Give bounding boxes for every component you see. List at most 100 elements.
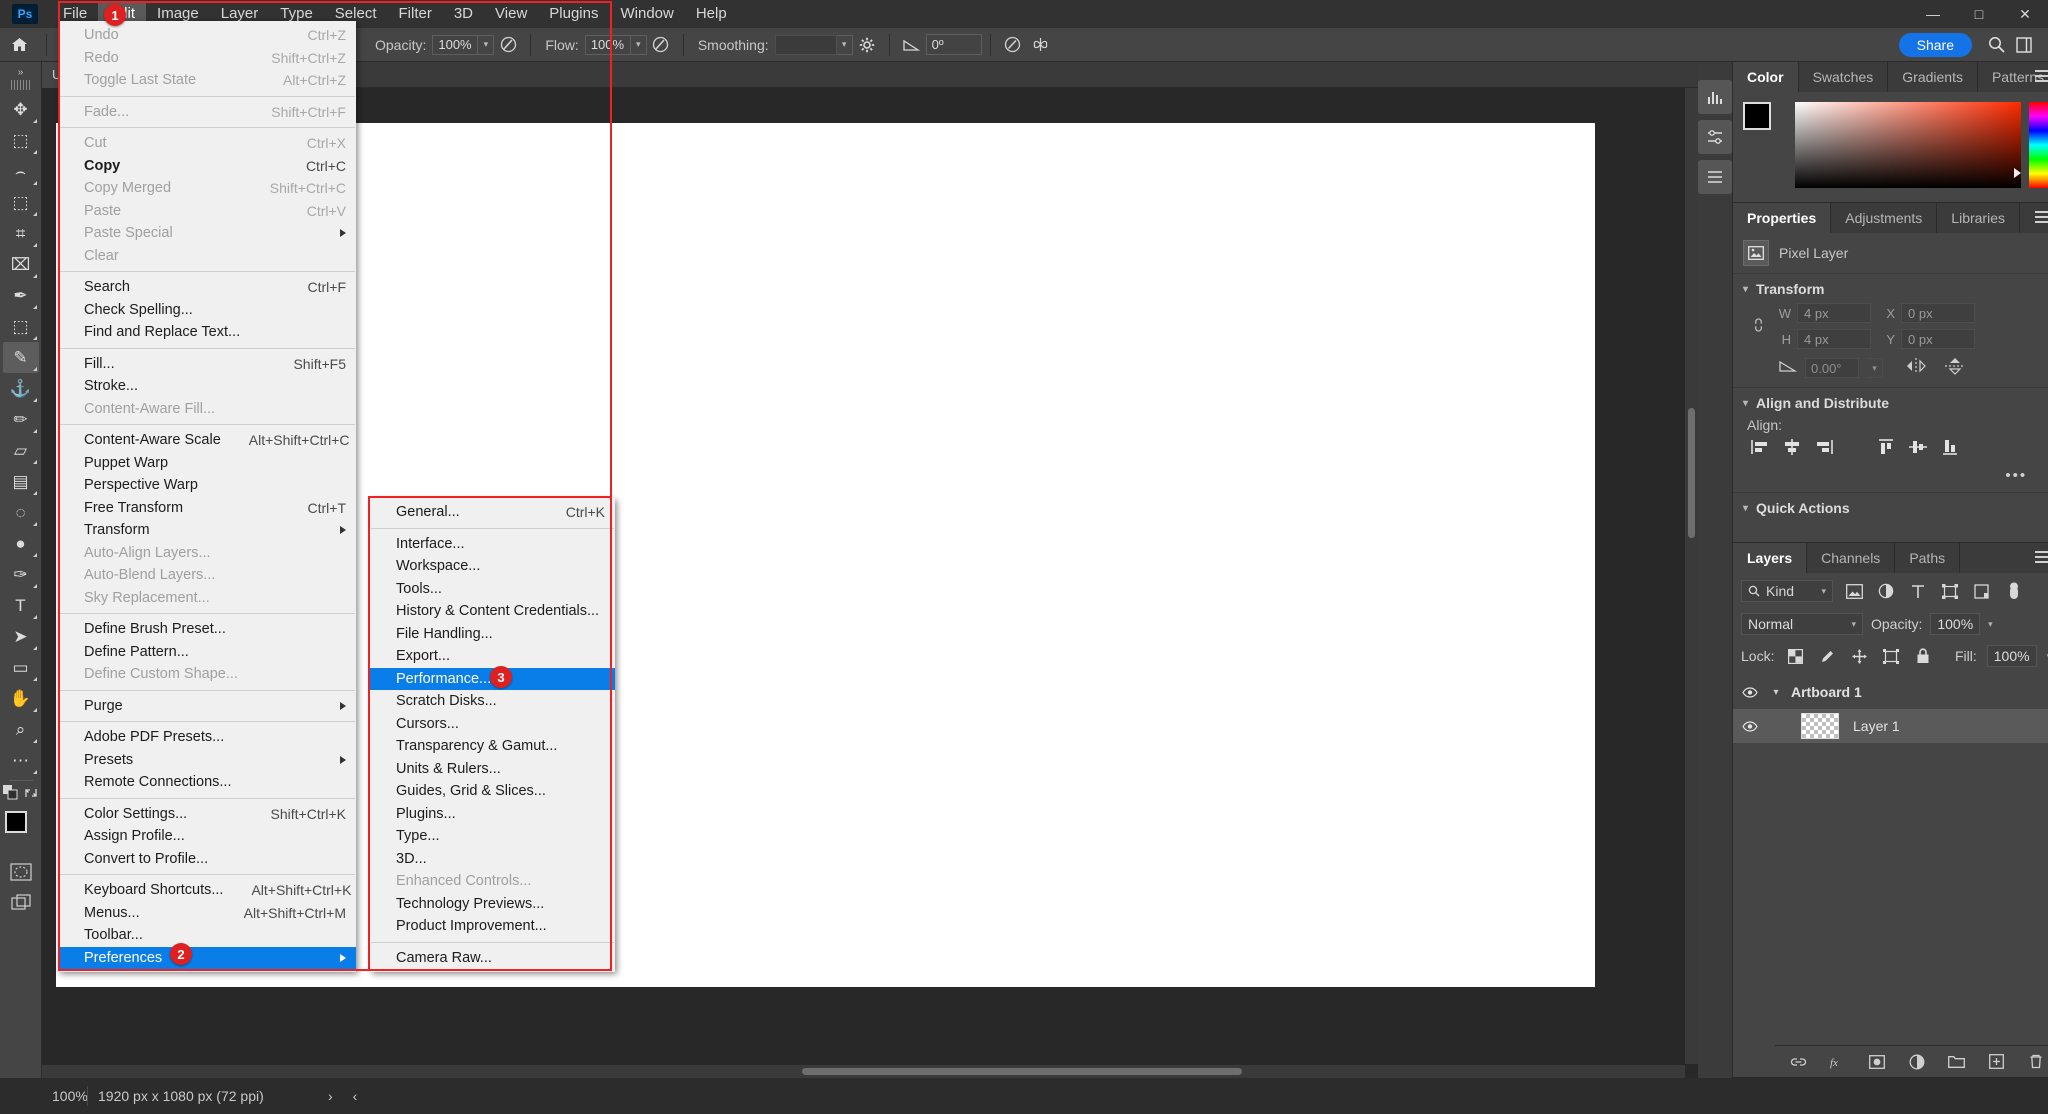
menu-item-adobe-pdf-presets[interactable]: Adobe PDF Presets... [58,726,356,749]
flip-vertical-icon[interactable] [1945,357,1965,379]
menu-item-presets[interactable]: Presets [58,749,356,772]
symmetry-butterfly-icon[interactable] [1027,33,1055,57]
lock-all-icon[interactable] [1912,646,1934,666]
height-input[interactable]: 4 px [1797,329,1871,349]
menu-item-units-rulers[interactable]: Units & Rulers... [370,758,615,781]
menu-item-keyboard-shortcuts[interactable]: Keyboard Shortcuts... Alt+Shift+Ctrl+K [58,879,356,902]
menu-item-workspace[interactable]: Workspace... [370,555,615,578]
menu-item-technology-previews[interactable]: Technology Previews... [370,893,615,916]
filter-shape-icon[interactable] [1939,581,1961,601]
menu-item-color-settings[interactable]: Color Settings... Shift+Ctrl+K [58,803,356,826]
clone-stamp-tool[interactable]: ⚓ [3,373,39,404]
menu-item-file-handling[interactable]: File Handling... [370,623,615,646]
gradient-tool[interactable]: ▤ [3,466,39,497]
menu-3d[interactable]: 3D [443,1,484,27]
align-center-horizontal-icon[interactable] [1783,439,1801,459]
angle-input[interactable]: 0º [925,34,982,55]
chevron-down-icon[interactable]: ▾ [1767,687,1785,698]
horizontal-scrollbar[interactable] [42,1065,1685,1078]
tablet-pressure-size-icon[interactable] [999,33,1027,57]
tab-properties[interactable]: Properties [1733,203,1832,233]
menu-item-stroke[interactable]: Stroke... [58,375,356,398]
menu-item-type[interactable]: Type... [370,825,615,848]
align-more-options[interactable]: ••• [1743,461,2048,488]
edit-toolbar-tool[interactable]: ⋯ [3,745,39,776]
chevron-down-icon[interactable]: ▾ [1821,586,1826,597]
delete-layer-icon[interactable] [2025,1051,2047,1073]
align-section-header[interactable]: ▾ Align and Distribute [1743,395,2048,411]
vertical-scroll-thumb[interactable] [1688,408,1695,538]
lock-transparent-pixels-icon[interactable] [1784,646,1806,666]
align-bottom-icon[interactable] [1941,439,1959,459]
status-prev-arrow[interactable]: ‹ [343,1085,368,1107]
smoothing-value[interactable] [774,34,837,55]
menu-item-check-spelling[interactable]: Check Spelling... [58,299,356,322]
menu-help[interactable]: Help [685,1,738,27]
link-layers-icon[interactable] [1787,1051,1809,1073]
menu-item-find-and-replace-text[interactable]: Find and Replace Text... [58,321,356,344]
flip-horizontal-icon[interactable] [1905,358,1927,378]
new-adjustment-layer-icon[interactable] [1906,1051,1928,1073]
workspace-switcher-icon[interactable] [2010,33,2038,57]
chevron-down-icon[interactable]: ▾ [1743,503,1748,514]
lock-nesting-icon[interactable] [1880,646,1902,666]
tab-swatches[interactable]: Swatches [1799,62,1889,92]
angle-input[interactable]: 0.00° [1805,358,1859,378]
dodge-tool[interactable]: ● [3,528,39,559]
airbrush-icon[interactable] [647,33,675,57]
lock-position-icon[interactable] [1848,646,1870,666]
foreground-color-swatch[interactable] [4,811,27,833]
menu-item-general[interactable]: General... Ctrl+K [370,501,615,524]
swap-colors-icon[interactable] [24,786,38,804]
object-selection-tool[interactable]: ⬚ [3,187,39,218]
close-button[interactable]: ✕ [2002,0,2048,28]
chevron-down-icon[interactable]: ▾ [478,34,495,55]
add-layer-mask-icon[interactable] [1866,1051,1888,1073]
search-icon[interactable] [1982,33,2010,57]
horizontal-type-tool[interactable]: T [3,590,39,621]
eraser-tool[interactable]: ▱ [3,435,39,466]
hand-tool[interactable]: ✋ [3,683,39,714]
menu-item-interface[interactable]: Interface... [370,533,615,556]
menu-item-copy[interactable]: Copy Ctrl+C [58,155,356,178]
pen-tool[interactable]: ✑ [3,559,39,590]
menu-item-free-transform[interactable]: Free Transform Ctrl+T [58,497,356,520]
menu-view[interactable]: View [484,1,538,27]
panel-menu-icon[interactable] [2035,70,2048,84]
menu-item-tools[interactable]: Tools... [370,578,615,601]
blend-mode-select[interactable]: Normal ▾ [1741,613,1863,635]
align-top-icon[interactable] [1877,439,1895,459]
menu-item-guides-grid-slices[interactable]: Guides, Grid & Slices... [370,780,615,803]
chevron-down-icon[interactable]: ▾ [1867,358,1883,378]
width-input[interactable]: 4 px [1797,303,1871,323]
collapse-tools-icon[interactable]: » [0,64,42,80]
screen-mode-icon[interactable] [3,887,39,918]
history-brush-tool[interactable]: ✏ [3,404,39,435]
edit-menu-dropdown[interactable]: Undo Ctrl+Z Redo Shift+Ctrl+Z Toggle Last St… [58,21,356,972]
minimize-button[interactable]: — [1910,0,1956,28]
menu-filter[interactable]: Filter [388,1,443,27]
share-button[interactable]: Share [1898,32,1972,57]
link-aspect-ratio-icon[interactable] [1749,316,1767,337]
layer-row[interactable]: Layer 1 [1733,709,2048,743]
move-tool[interactable]: ✥ [3,94,39,125]
vertical-scrollbar[interactable] [1685,88,1698,1064]
path-selection-tool[interactable]: ➤ [3,621,39,652]
tab-adjustments[interactable]: Adjustments [1831,203,1938,233]
chevron-down-icon[interactable]: ▾ [1988,619,1993,630]
tab-paths[interactable]: Paths [1895,543,1961,573]
menu-plugins[interactable]: Plugins [538,1,609,27]
default-colors-icon[interactable] [3,785,18,804]
layer-opacity-value[interactable]: 100% [1930,613,1981,635]
menu-item-plugins[interactable]: Plugins... [370,803,615,826]
lasso-tool[interactable]: ⌢ [3,156,39,187]
new-group-icon[interactable] [1946,1051,1968,1073]
new-layer-icon[interactable] [1985,1051,2007,1073]
menu-item-puppet-warp[interactable]: Puppet Warp [58,452,356,475]
opacity-value[interactable]: 100% [432,34,479,55]
menu-item-content-aware-scale[interactable]: Content-Aware Scale Alt+Shift+Ctrl+C [58,429,356,452]
flow-value[interactable]: 100% [584,34,631,55]
menu-item-preferences[interactable]: Preferences [58,946,356,969]
flow-control[interactable]: 100% ▾ [584,34,647,55]
chevron-down-icon[interactable]: ▾ [1851,619,1856,630]
